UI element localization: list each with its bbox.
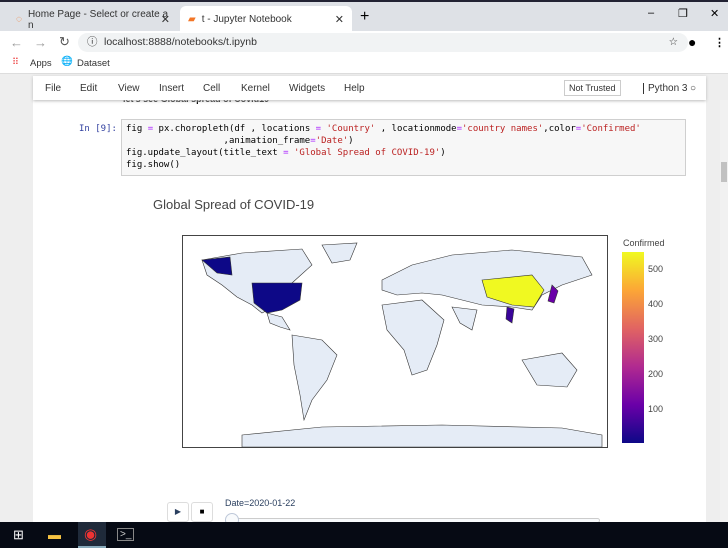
scrollbar[interactable]: [720, 100, 728, 522]
scrollbar-thumb[interactable]: [721, 162, 727, 182]
colorbar-tick: 100: [648, 404, 664, 414]
choropleth-map[interactable]: [182, 235, 608, 448]
colorbar-title: Confirmed: [623, 238, 665, 248]
stop-button[interactable]: ■: [191, 502, 213, 522]
slider-label: Date=2020-01-22: [225, 498, 296, 508]
tab-label: Home Page - Select or create a n: [27, 8, 169, 31]
forward-icon[interactable]: →: [34, 35, 47, 50]
menu-icon[interactable]: ⋮: [714, 36, 725, 49]
taskbar: ⊞ ▬ ◉ >_: [0, 522, 728, 548]
colorbar-tick: 500: [648, 264, 664, 274]
windows-start-icon[interactable]: ⊞: [13, 527, 24, 543]
play-button[interactable]: ▶: [167, 502, 189, 522]
menu-view[interactable]: View: [118, 83, 140, 94]
bookmarks-bar: ⠿ Apps 🌐 Dataset: [0, 53, 728, 74]
restore-button[interactable]: ❐: [678, 7, 688, 20]
back-icon[interactable]: ←: [10, 35, 23, 50]
star-icon[interactable]: ☆: [669, 33, 678, 52]
new-tab-button[interactable]: +: [360, 8, 369, 26]
bookmark-dataset[interactable]: Dataset: [77, 58, 110, 69]
menu-widgets[interactable]: Widgets: [289, 83, 325, 94]
colorbar-tick: 400: [648, 299, 664, 309]
globe-icon: 🌐: [61, 56, 73, 67]
cell-prompt: In [9]:: [79, 124, 117, 134]
apps-icon: ⠿: [12, 57, 19, 68]
notebook-page: let's see Global spread of Covid19 In [9…: [33, 94, 706, 527]
close-tab-icon[interactable]: ✕: [161, 13, 170, 26]
menu-file[interactable]: File: [45, 83, 61, 94]
tab-notebook[interactable]: ▰ t - Jupyter Notebook ✕: [180, 6, 352, 33]
bookmark-apps[interactable]: Apps: [30, 58, 52, 69]
info-icon: ⓘ: [87, 36, 98, 48]
kernel-name: Python 3: [643, 83, 687, 94]
menu-help[interactable]: Help: [344, 83, 365, 94]
colorbar: [622, 252, 644, 443]
file-explorer-icon[interactable]: ▬: [48, 527, 61, 542]
jupyter-icon: ◌: [16, 14, 22, 25]
figure-title: Global Spread of COVID-19: [153, 197, 315, 212]
close-window-button[interactable]: ✕: [710, 7, 719, 20]
menu-insert[interactable]: Insert: [159, 83, 184, 94]
chrome-icon: ◉: [84, 526, 98, 543]
close-tab-icon[interactable]: ✕: [335, 13, 344, 26]
notebook-icon: ▰: [188, 14, 196, 25]
terminal-icon[interactable]: >_: [117, 528, 135, 541]
kernel-idle-icon: ○: [690, 83, 697, 94]
tab-label: t - Jupyter Notebook: [201, 14, 292, 25]
colorbar-tick: 300: [648, 334, 664, 344]
code-cell[interactable]: fig = px.choropleth(df , locations = 'Co…: [121, 119, 686, 176]
not-trusted-button[interactable]: Not Trusted: [564, 80, 621, 96]
colorbar-tick: 200: [648, 369, 664, 379]
menu-edit[interactable]: Edit: [80, 83, 97, 94]
profile-icon[interactable]: ●: [688, 34, 696, 50]
tab-home[interactable]: ◌ Home Page - Select or create a n ✕: [8, 6, 178, 33]
address-bar: ← → ↻ ⓘ localhost:8888/notebooks/t.ipynb ☆…: [0, 31, 728, 53]
minimize-button[interactable]: –: [648, 7, 654, 19]
url-text: localhost:8888/notebooks/t.ipynb: [104, 36, 257, 48]
url-input[interactable]: ⓘ localhost:8888/notebooks/t.ipynb ☆: [78, 33, 688, 52]
tab-bar: ◌ Home Page - Select or create a n ✕ ▰ t - …: [0, 0, 728, 33]
menu-cell[interactable]: Cell: [203, 83, 220, 94]
chrome-taskbar-button[interactable]: ◉: [78, 522, 106, 548]
jupyter-menubar: File Edit View Insert Cell Kernel Widget…: [33, 76, 706, 100]
menu-kernel[interactable]: Kernel: [241, 83, 270, 94]
reload-icon[interactable]: ↻: [59, 34, 70, 50]
